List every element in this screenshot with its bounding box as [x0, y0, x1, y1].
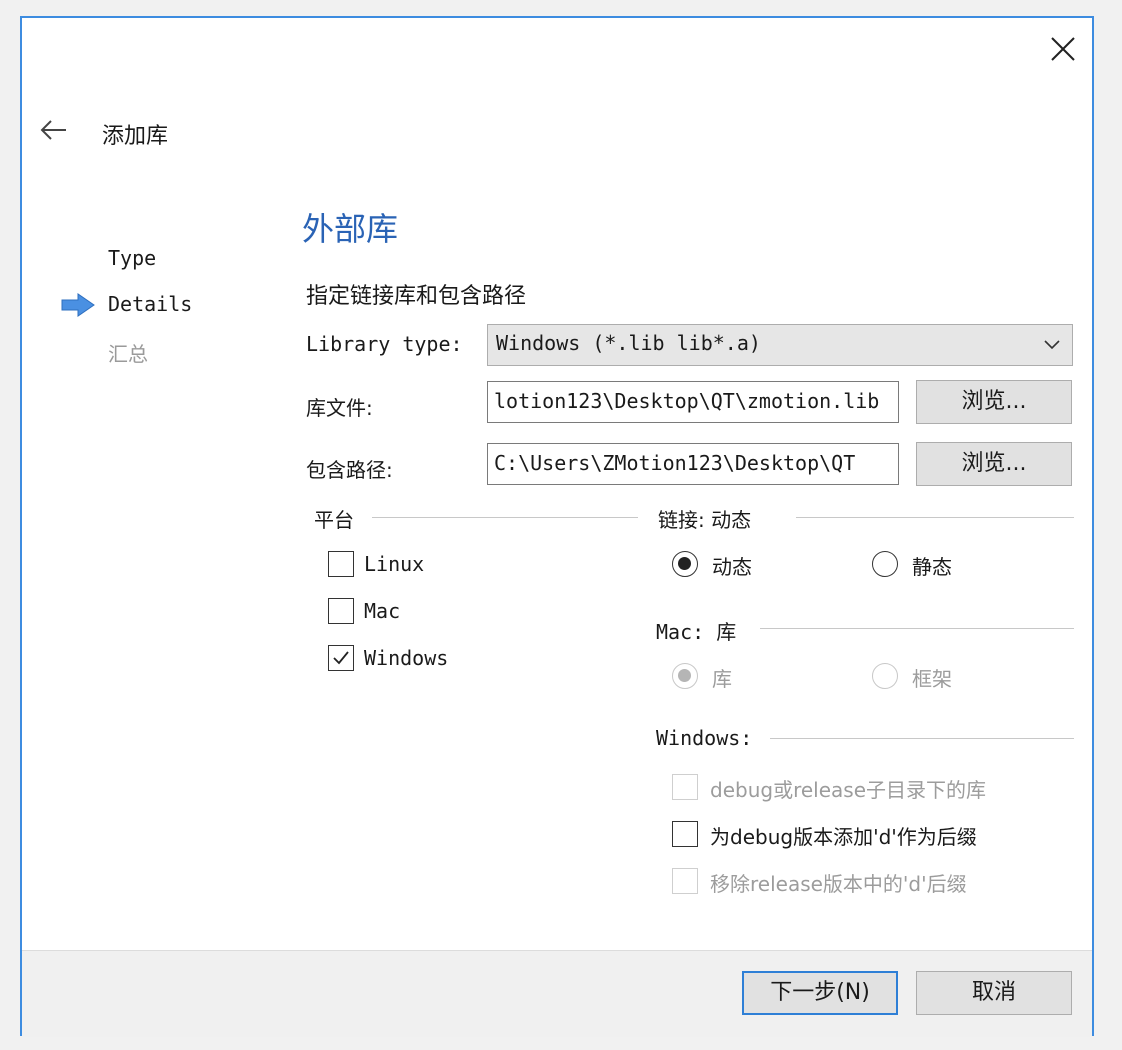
linkage-dynamic-label: 动态 [712, 555, 752, 579]
windows-debug-suffix-checkbox[interactable] [672, 821, 698, 847]
platform-mac-checkbox[interactable] [328, 598, 354, 624]
mac-divider [760, 628, 1074, 629]
back-arrow-icon [40, 120, 66, 140]
platform-divider [372, 517, 638, 518]
browse-library-button[interactable]: 浏览... [916, 380, 1072, 424]
platform-windows-label: Windows [364, 646, 449, 670]
windows-remove-suffix-label: 移除release版本中的'd'后缀 [710, 872, 967, 896]
platform-group-title: 平台 [314, 508, 354, 532]
windows-debug-suffix-label: 为debug版本添加'd'作为后缀 [710, 825, 977, 849]
close-button[interactable] [1042, 32, 1082, 68]
mac-group-title: Mac: 库 [656, 620, 737, 644]
dialog-footer: 下一步(N) 取消 [22, 950, 1092, 1037]
cancel-button[interactable]: 取消 [916, 971, 1072, 1015]
platform-windows-checkbox[interactable] [328, 645, 354, 671]
include-path-input[interactable]: C:\Users\ZMotion123\Desktop\QT [487, 443, 899, 485]
back-button[interactable] [36, 114, 72, 150]
library-type-value: Windows (*.lib lib*.a) [496, 331, 761, 355]
linkage-static-label: 静态 [912, 555, 952, 579]
linkage-static-radio[interactable] [872, 551, 898, 577]
chevron-down-icon [1044, 340, 1060, 350]
step-details: Details [108, 292, 193, 316]
library-file-label: 库文件: [306, 396, 373, 420]
library-type-label: Library type: [306, 332, 463, 356]
windows-subdir-label: debug或release子目录下的库 [710, 778, 986, 802]
mac-library-label: 库 [712, 667, 732, 691]
linkage-dynamic-radio[interactable] [672, 551, 698, 577]
close-icon [1051, 37, 1075, 61]
platform-linux-label: Linux [364, 552, 425, 576]
step-summary: 汇总 [108, 342, 148, 366]
next-button[interactable]: 下一步(N) [742, 971, 898, 1015]
library-type-select[interactable]: Windows (*.lib lib*.a) [487, 324, 1073, 366]
windows-remove-suffix-checkbox[interactable] [672, 868, 698, 894]
page-subtitle: 指定链接库和包含路径 [306, 284, 527, 309]
windows-group-title: Windows: [656, 726, 753, 750]
platform-mac-label: Mac [364, 599, 401, 623]
page-title: 外部库 [302, 210, 399, 248]
checkmark-icon [333, 651, 349, 665]
linkage-divider [796, 517, 1074, 518]
linkage-group-title: 链接: 动态 [658, 508, 752, 532]
library-file-input[interactable]: lotion123\Desktop\QT\zmotion.lib [487, 381, 899, 423]
add-library-dialog: 添加库 Type Details 汇总 外部库 指定链接库和包含路径 Libra… [20, 16, 1094, 1037]
mac-framework-radio[interactable] [872, 663, 898, 689]
step-type: Type [108, 246, 157, 270]
platform-linux-checkbox[interactable] [328, 551, 354, 577]
browse-include-button[interactable]: 浏览... [916, 442, 1072, 486]
windows-subdir-checkbox[interactable] [672, 774, 698, 800]
wizard-title: 添加库 [102, 124, 169, 149]
windows-divider [770, 738, 1074, 739]
include-path-label: 包含路径: [306, 458, 393, 482]
current-step-arrow-icon [61, 293, 95, 317]
mac-library-radio[interactable] [672, 663, 698, 689]
mac-framework-label: 框架 [912, 667, 952, 691]
